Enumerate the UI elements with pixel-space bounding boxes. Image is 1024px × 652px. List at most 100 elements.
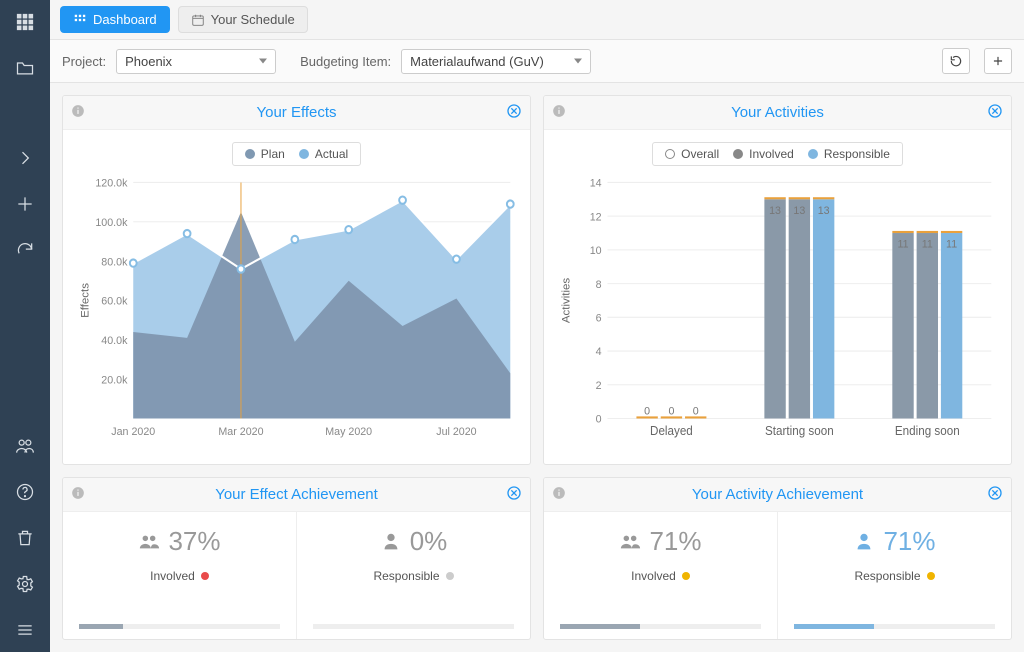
panel-effects: Your Effects Plan Actual 20.0k 40.0k 60.0k… — [62, 95, 531, 465]
group-icon — [619, 531, 641, 553]
svg-text:0: 0 — [693, 405, 699, 417]
project-label: Project: — [62, 54, 106, 69]
effect-involved-label: Involved — [150, 569, 195, 583]
help-icon[interactable] — [5, 476, 45, 508]
legend-actual[interactable]: Actual — [299, 147, 348, 161]
legend-involved[interactable]: Involved — [733, 147, 794, 161]
user-icon — [853, 531, 875, 553]
svg-text:Ending soon: Ending soon — [895, 424, 960, 438]
svg-text:60.0k: 60.0k — [101, 295, 128, 307]
legend-overall[interactable]: Overall — [665, 147, 719, 161]
svg-text:0: 0 — [668, 405, 674, 417]
info-icon[interactable] — [552, 486, 566, 504]
svg-text:100.0k: 100.0k — [95, 217, 127, 229]
users-icon[interactable] — [5, 430, 45, 462]
effect-achievement-body: 37% Involved 0% Responsible — [63, 512, 530, 639]
panel-title: Your Activities — [731, 104, 824, 121]
progress-bar — [560, 624, 761, 629]
trash-icon[interactable] — [5, 522, 45, 554]
svg-text:8: 8 — [596, 278, 602, 290]
close-icon[interactable] — [506, 103, 522, 123]
menu-icon[interactable] — [5, 614, 45, 646]
plus-icon[interactable] — [5, 188, 45, 220]
effects-legend: Plan Actual — [232, 142, 361, 166]
svg-text:40.0k: 40.0k — [101, 335, 128, 347]
svg-text:May 2020: May 2020 — [325, 426, 372, 438]
svg-text:6: 6 — [596, 312, 602, 324]
budgeting-select[interactable]: Materialaufwand (GuV) — [401, 49, 591, 74]
activity-responsible-pct: 71% — [883, 526, 935, 557]
svg-text:Jan 2020: Jan 2020 — [111, 426, 155, 438]
refresh-icon[interactable] — [5, 234, 45, 266]
svg-text:Delayed: Delayed — [650, 424, 693, 438]
status-dot — [446, 572, 454, 580]
panel-title: Your Effect Achievement — [215, 486, 378, 503]
svg-text:80.0k: 80.0k — [101, 256, 128, 268]
activity-responsible-col: 71% Responsible — [777, 512, 1011, 639]
left-sidebar — [0, 0, 50, 652]
apps-icon[interactable] — [5, 6, 45, 38]
tab-schedule[interactable]: Your Schedule — [178, 6, 308, 33]
user-icon — [380, 531, 402, 553]
svg-text:Starting soon: Starting soon — [765, 424, 834, 438]
svg-text:20.0k: 20.0k — [101, 374, 128, 386]
panel-effect-achievement: Your Effect Achievement 37% Involved 0% … — [62, 477, 531, 640]
activity-responsible-label: Responsible — [854, 569, 920, 583]
status-dot — [682, 572, 690, 580]
status-dot — [201, 572, 209, 580]
svg-text:10: 10 — [590, 245, 602, 257]
add-button[interactable] — [984, 48, 1012, 74]
svg-text:12: 12 — [590, 211, 602, 223]
reset-button[interactable] — [942, 48, 970, 74]
panel-title: Your Effects — [256, 104, 336, 121]
activities-chart: 02468101214000Delayed131313Starting soon… — [554, 172, 1001, 454]
legend-plan[interactable]: Plan — [245, 147, 285, 161]
svg-text:4: 4 — [596, 346, 602, 358]
tab-dashboard[interactable]: Dashboard — [60, 6, 170, 33]
panel-title: Your Activity Achievement — [692, 486, 863, 503]
effect-responsible-label: Responsible — [373, 569, 439, 583]
budgeting-label: Budgeting Item: — [300, 54, 391, 69]
effect-involved-pct: 37% — [168, 526, 220, 557]
activity-involved-col: 71% Involved — [544, 512, 777, 639]
panel-activity-achievement: Your Activity Achievement 71% Involved 7… — [543, 477, 1012, 640]
tab-dashboard-label: Dashboard — [93, 12, 157, 27]
svg-text:2: 2 — [596, 380, 602, 392]
info-icon[interactable] — [71, 104, 85, 122]
chevron-right-icon[interactable] — [5, 142, 45, 174]
effect-involved-col: 37% Involved — [63, 512, 296, 639]
close-icon[interactable] — [506, 485, 522, 505]
filter-bar: Project: Phoenix Budgeting Item: Materia… — [50, 40, 1024, 83]
top-tabs: Dashboard Your Schedule — [50, 0, 1024, 40]
activity-involved-pct: 71% — [649, 526, 701, 557]
effect-responsible-col: 0% Responsible — [296, 512, 530, 639]
svg-text:Mar 2020: Mar 2020 — [218, 426, 263, 438]
effect-responsible-pct: 0% — [410, 526, 448, 557]
activity-achievement-body: 71% Involved 71% Responsible — [544, 512, 1011, 639]
dashboard-grid: Your Effects Plan Actual 20.0k 40.0k 60.0k… — [50, 83, 1024, 652]
svg-text:13: 13 — [793, 205, 805, 217]
folder-icon[interactable] — [5, 52, 45, 84]
group-icon — [138, 531, 160, 553]
svg-text:13: 13 — [818, 205, 830, 217]
svg-text:14: 14 — [590, 177, 602, 189]
legend-responsible[interactable]: Responsible — [808, 147, 890, 161]
activity-involved-label: Involved — [631, 569, 676, 583]
info-icon[interactable] — [71, 486, 85, 504]
close-icon[interactable] — [987, 103, 1003, 123]
svg-text:0: 0 — [644, 405, 650, 417]
svg-text:13: 13 — [769, 205, 781, 217]
settings-icon[interactable] — [5, 568, 45, 600]
activities-legend: Overall Involved Responsible — [652, 142, 903, 166]
effects-chart: 20.0k 40.0k 60.0k 80.0k 100.0k 120.0k Jan 2020… — [73, 172, 520, 454]
svg-text:120.0k: 120.0k — [95, 177, 127, 189]
tab-schedule-label: Your Schedule — [211, 12, 295, 27]
status-dot — [927, 572, 935, 580]
project-select[interactable]: Phoenix — [116, 49, 276, 74]
info-icon[interactable] — [552, 104, 566, 122]
svg-text:11: 11 — [897, 238, 908, 250]
main-area: Dashboard Your Schedule Project: Phoenix… — [50, 0, 1024, 652]
svg-text:Activities: Activities — [561, 277, 573, 323]
svg-text:11: 11 — [946, 238, 957, 250]
close-icon[interactable] — [987, 485, 1003, 505]
